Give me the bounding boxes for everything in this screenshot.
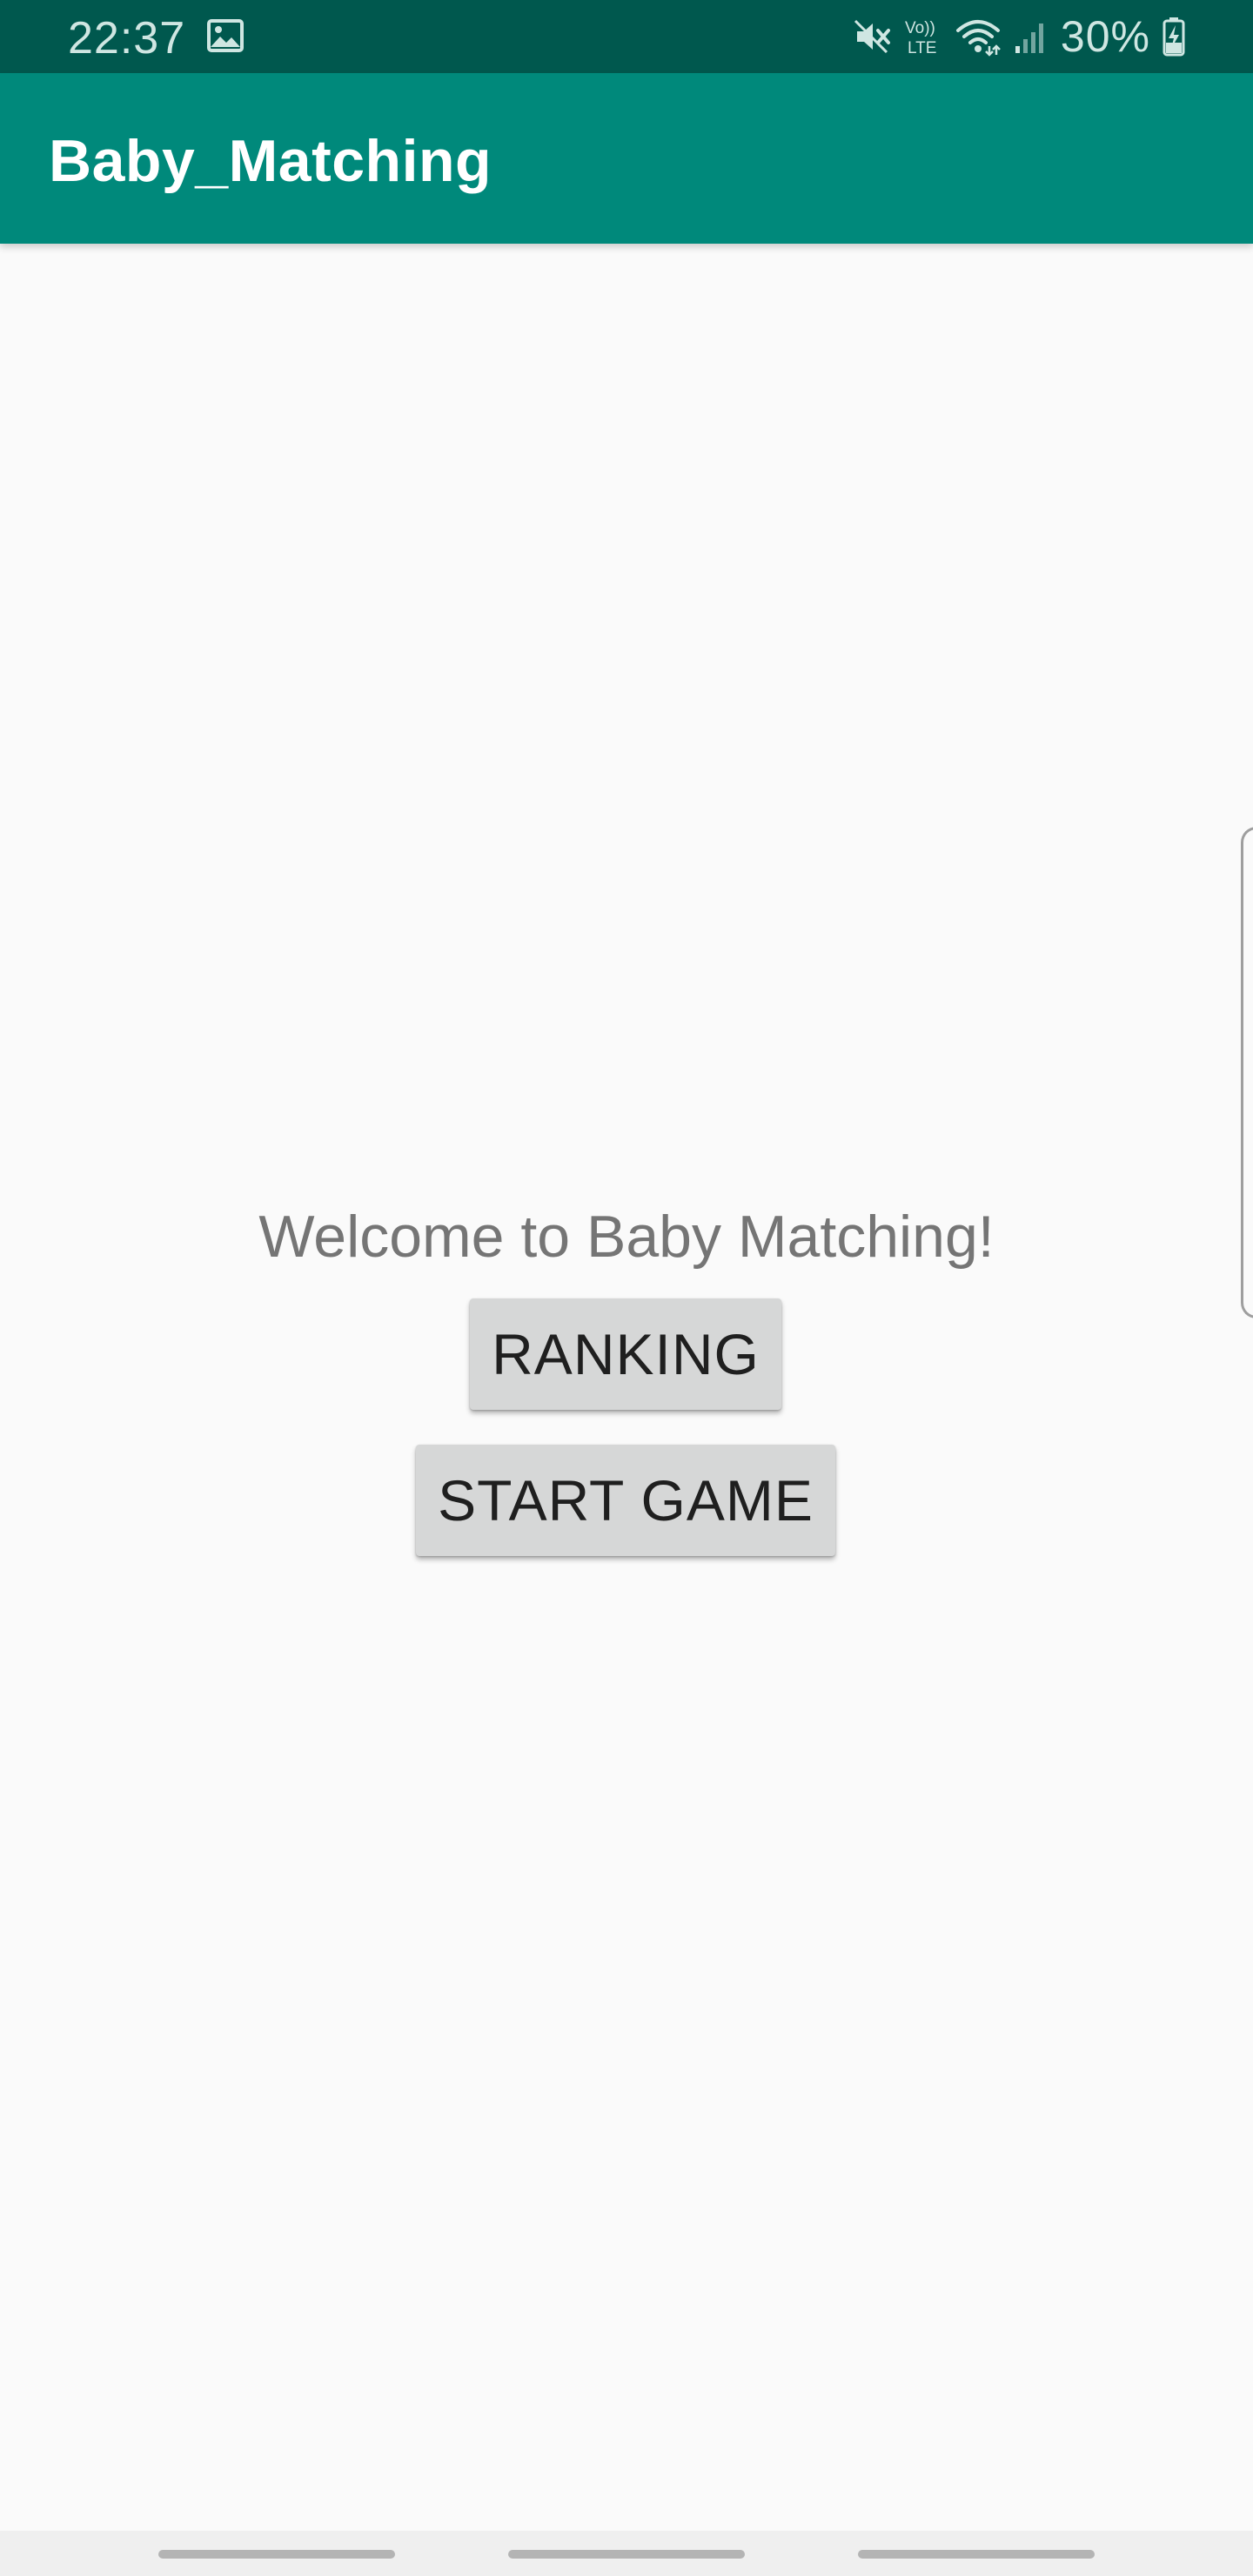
navigation-bar — [0, 2531, 1253, 2576]
welcome-text: Welcome to Baby Matching! — [258, 1204, 995, 1270]
volte-top-text: Vo)) — [905, 19, 935, 37]
status-icons: Vo)) LTE 30% — [854, 10, 1185, 63]
status-time: 22:37 — [68, 13, 186, 64]
status-bar: 22:37 Vo)) LTE 30% — [0, 0, 1253, 73]
back-button[interactable] — [858, 2550, 1095, 2559]
wifi-icon — [955, 17, 1002, 57]
start-game-button[interactable]: START GAME — [416, 1445, 835, 1556]
app-bar: Baby_Matching — [0, 73, 1253, 244]
volte-bottom-text: LTE — [908, 39, 936, 57]
mute-icon — [854, 17, 892, 56]
image-icon — [207, 19, 244, 52]
volte-icon: Vo)) LTE — [904, 16, 942, 57]
app-title: Baby_Matching — [49, 128, 492, 194]
battery-percent: 30% — [1060, 12, 1150, 61]
battery-charging-icon — [1163, 17, 1185, 57]
recent-apps-button[interactable] — [158, 2550, 395, 2559]
home-button[interactable] — [508, 2550, 745, 2559]
ranking-button[interactable]: RANKING — [470, 1298, 781, 1410]
edge-panel-handle[interactable] — [1241, 827, 1253, 1318]
signal-icon — [1014, 18, 1049, 55]
